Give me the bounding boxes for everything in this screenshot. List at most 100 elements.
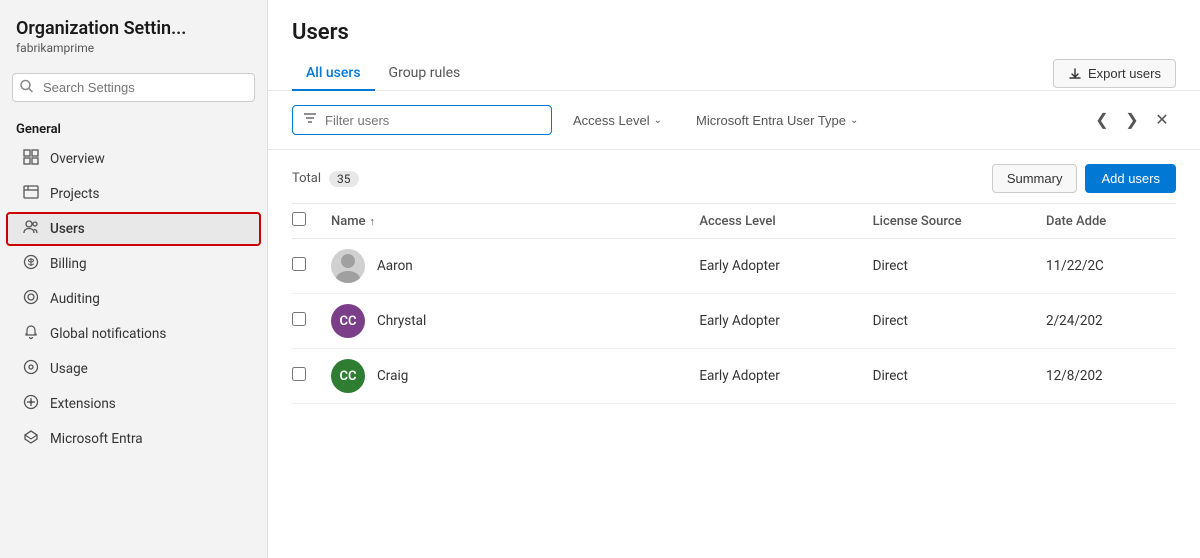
sidebar-item-usage[interactable]: Usage: [6, 352, 261, 386]
close-filter-button[interactable]: ✕: [1148, 106, 1176, 134]
avatar-chrystal: CC: [331, 304, 365, 338]
add-users-button[interactable]: Add users: [1085, 164, 1176, 193]
user-name-aaron: Aaron: [377, 258, 413, 274]
main-content: Users All users Group rules Export users: [268, 0, 1200, 558]
name-sort-icon[interactable]: ↑: [370, 215, 376, 228]
avatar-aaron: [331, 249, 365, 283]
extensions-icon: [22, 394, 40, 414]
entra-user-type-label: Microsoft Entra User Type: [696, 113, 846, 128]
export-button-label: Export users: [1088, 66, 1161, 81]
sidebar-header: Organization Settin... fabrikamprime: [0, 0, 267, 63]
summary-button[interactable]: Summary: [992, 164, 1078, 193]
row-checkbox-chrystal[interactable]: [292, 312, 306, 326]
org-title: Organization Settin...: [16, 18, 251, 39]
date-added-craig: 12/8/202: [1046, 349, 1176, 404]
sidebar-item-auditing[interactable]: Auditing: [6, 282, 261, 316]
general-section-label: General: [0, 112, 267, 141]
search-input[interactable]: [12, 73, 255, 102]
user-name-chrystal: Chrystal: [377, 313, 426, 329]
col-access-level-header: Access Level: [699, 204, 872, 239]
name-cell-aaron: Aaron: [331, 249, 687, 283]
toolbar-actions: Summary Add users: [992, 164, 1176, 193]
access-level-label: Access Level: [573, 113, 650, 128]
name-cell-chrystal: CC Chrystal: [331, 304, 687, 338]
sidebar-item-projects[interactable]: Projects: [6, 177, 261, 211]
select-all-checkbox[interactable]: [292, 212, 306, 226]
user-name-craig: Craig: [377, 368, 408, 384]
org-subtitle: fabrikamprime: [16, 41, 251, 55]
page-title: Users: [292, 20, 1176, 45]
filter-input-wrap[interactable]: [292, 105, 552, 135]
nav-next-button[interactable]: ❯: [1118, 106, 1146, 134]
nav-arrows: ❮ ❯ ✕: [1088, 106, 1176, 134]
sidebar-item-microsoft-entra[interactable]: Microsoft Entra: [6, 422, 261, 456]
sidebar-item-extensions-label: Extensions: [50, 396, 245, 412]
tab-all-users[interactable]: All users: [292, 57, 375, 91]
sidebar-item-projects-label: Projects: [50, 186, 245, 202]
sidebar-item-overview[interactable]: Overview: [6, 142, 261, 176]
sidebar-nav: Overview Projects Users: [0, 141, 267, 558]
auditing-icon: [22, 289, 40, 309]
date-added-chrystal: 2/24/202: [1046, 294, 1176, 349]
col-license-source-header: License Source: [873, 204, 1046, 239]
tabs: All users Group rules: [292, 57, 474, 90]
total-label: Total 35: [292, 171, 359, 187]
col-name-label: Name: [331, 214, 366, 229]
total-text: Total: [292, 171, 321, 186]
usage-icon: [22, 359, 40, 379]
avatar-craig: CC: [331, 359, 365, 393]
sidebar-item-microsoft-entra-label: Microsoft Entra: [50, 431, 245, 447]
search-settings-wrap[interactable]: [12, 73, 255, 102]
license-source-craig: Direct: [873, 349, 1046, 404]
sidebar-item-users-label: Users: [50, 221, 245, 237]
license-source-aaron: Direct: [873, 239, 1046, 294]
export-users-button[interactable]: Export users: [1053, 59, 1176, 88]
users-section: Total 35 Summary Add users Name ↑: [268, 150, 1200, 558]
sidebar-item-billing-label: Billing: [50, 256, 245, 272]
nav-prev-button[interactable]: ❮: [1088, 106, 1116, 134]
export-icon: [1068, 67, 1082, 81]
billing-icon: [22, 254, 40, 274]
date-added-aaron: 11/22/2C: [1046, 239, 1176, 294]
tab-group-rules[interactable]: Group rules: [375, 57, 475, 91]
access-level-chevron-icon: ⌄: [654, 115, 662, 126]
entra-user-type-chevron-icon: ⌄: [850, 115, 858, 126]
name-cell-craig: CC Craig: [331, 359, 687, 393]
avatar-initials-craig: CC: [340, 369, 357, 384]
microsoft-entra-icon: [22, 429, 40, 449]
col-date-added-header: Date Adde: [1046, 204, 1176, 239]
table-row: Aaron Early Adopter Direct 11/22/2C: [292, 239, 1176, 294]
sidebar: Organization Settin... fabrikamprime Gen…: [0, 0, 268, 558]
entra-user-type-dropdown[interactable]: Microsoft Entra User Type ⌄: [683, 106, 871, 135]
overview-icon: [22, 149, 40, 169]
users-toolbar: Total 35 Summary Add users: [292, 150, 1176, 203]
tabs-row: All users Group rules Export users: [292, 57, 1176, 90]
search-icon: [20, 79, 33, 96]
row-checkbox-aaron[interactable]: [292, 257, 306, 271]
access-level-dropdown[interactable]: Access Level ⌄: [560, 106, 675, 135]
table-row: CC Craig Early Adopter Direct 12/8/202: [292, 349, 1176, 404]
sidebar-item-usage-label: Usage: [50, 361, 245, 377]
main-header: Users All users Group rules Export users: [268, 0, 1200, 91]
filter-users-input[interactable]: [325, 113, 505, 128]
sidebar-item-extensions[interactable]: Extensions: [6, 387, 261, 421]
access-level-aaron: Early Adopter: [699, 239, 872, 294]
total-count-badge: 35: [329, 171, 359, 187]
filter-lines-icon: [303, 111, 317, 129]
users-table: Name ↑ Access Level License Source Date …: [292, 203, 1176, 404]
row-checkbox-craig[interactable]: [292, 367, 306, 381]
access-level-craig: Early Adopter: [699, 349, 872, 404]
license-source-chrystal: Direct: [873, 294, 1046, 349]
sidebar-item-global-notifications[interactable]: Global notifications: [6, 317, 261, 351]
sidebar-item-billing[interactable]: Billing: [6, 247, 261, 281]
users-icon: [22, 219, 40, 239]
sidebar-item-auditing-label: Auditing: [50, 291, 245, 307]
notifications-icon: [22, 324, 40, 344]
table-row: CC Chrystal Early Adopter Direct 2/24/20…: [292, 294, 1176, 349]
access-level-chrystal: Early Adopter: [699, 294, 872, 349]
sidebar-item-users[interactable]: Users: [6, 212, 261, 246]
projects-icon: [22, 184, 40, 204]
filter-bar: Access Level ⌄ Microsoft Entra User Type…: [268, 91, 1200, 150]
avatar-initials-chrystal: CC: [340, 314, 357, 329]
sidebar-item-global-notifications-label: Global notifications: [50, 326, 245, 342]
